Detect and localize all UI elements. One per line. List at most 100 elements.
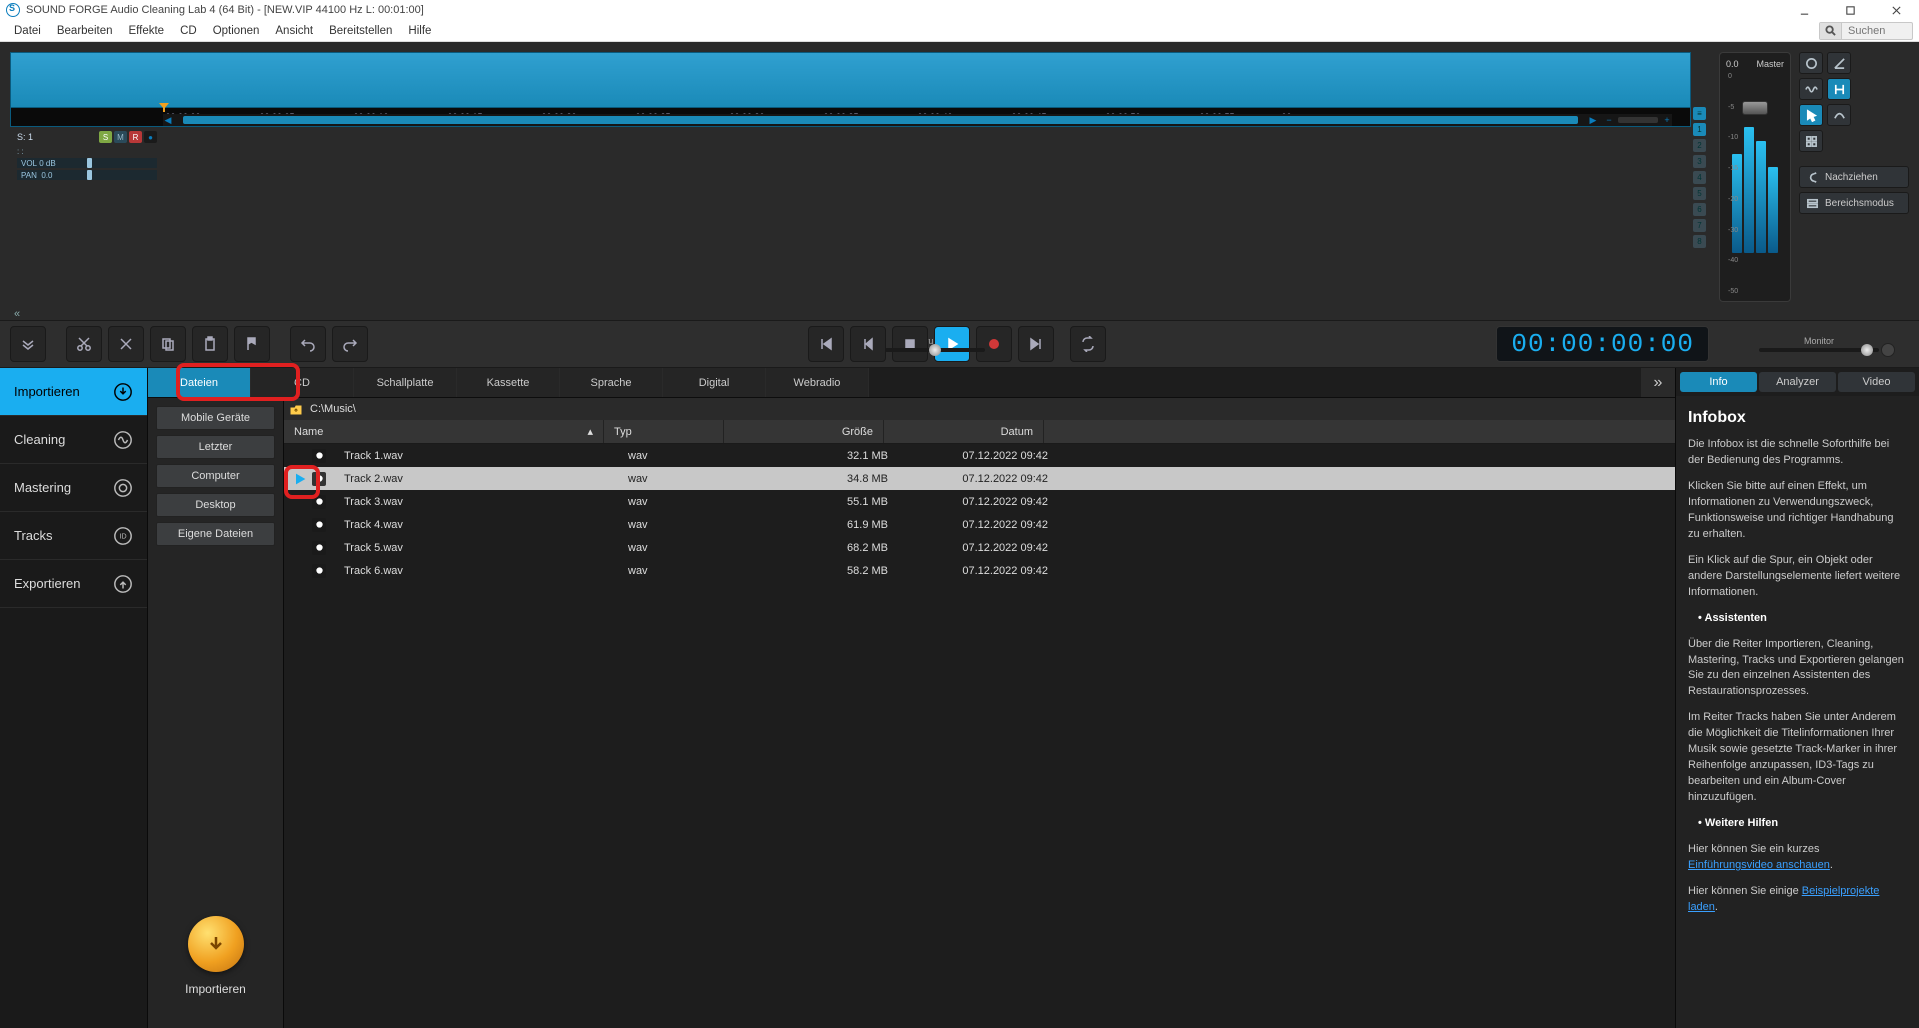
loop-tool-icon[interactable] (1799, 52, 1823, 74)
col-type[interactable]: Typ (604, 420, 724, 443)
zoom-in-icon[interactable]: + (1662, 115, 1672, 125)
menu-hilfe[interactable]: Hilfe (400, 25, 439, 37)
track-zoom-btn[interactable]: 2 (1693, 139, 1706, 152)
scroll-left-icon[interactable]: ◀ (163, 115, 173, 125)
close-button[interactable] (1873, 0, 1919, 20)
cursor-tool-icon[interactable] (1799, 104, 1823, 126)
minimize-button[interactable] (1781, 0, 1827, 20)
menu-cd[interactable]: CD (172, 25, 205, 37)
zoom-slider[interactable] (1618, 117, 1658, 123)
play-preview-icon[interactable] (292, 471, 308, 487)
tab-digital[interactable]: Digital (663, 368, 766, 397)
menu-bearbeiten[interactable]: Bearbeiten (49, 25, 121, 37)
timeline-scrollbar[interactable]: ◀ ▶ − + (163, 114, 1672, 126)
arranger[interactable]: ,00:00:00 ,00:00:05 ,00:00:10 ,00:00:15 … (10, 52, 1691, 127)
play-button[interactable] (934, 326, 970, 362)
src-letzter[interactable]: Letzter (156, 435, 275, 459)
pan-slider[interactable]: PAN 0.0 (17, 170, 157, 180)
master-fader[interactable] (1742, 101, 1768, 115)
monitor-thumb[interactable] (1861, 344, 1873, 356)
file-row[interactable]: Track 2.wavwav34.8 MB07.12.2022 09:42 (284, 467, 1675, 490)
track-zoom-btn[interactable]: 3 (1693, 155, 1706, 168)
grid-tool-icon[interactable] (1799, 130, 1823, 152)
track-zoom-btn[interactable]: 1 (1693, 123, 1706, 136)
overview-ruler[interactable] (11, 53, 1690, 108)
col-name[interactable]: Name▴ (284, 420, 604, 443)
solo-button[interactable]: S (99, 131, 112, 143)
record-arm-button[interactable]: R (129, 131, 142, 143)
prev-button[interactable] (850, 326, 886, 362)
select-tool-icon[interactable] (1827, 78, 1851, 100)
nav-mastering[interactable]: Mastering (0, 464, 147, 512)
file-row[interactable]: Track 1.wavwav32.1 MB07.12.2022 09:42 (284, 444, 1675, 467)
redo-button[interactable] (332, 326, 368, 362)
menu-ansicht[interactable]: Ansicht (267, 25, 321, 37)
mute-button[interactable]: M (114, 131, 127, 143)
intro-video-link[interactable]: Einführungsvideo anschauen (1688, 859, 1830, 871)
file-row[interactable]: Track 3.wavwav55.1 MB07.12.2022 09:42 (284, 490, 1675, 513)
tab-kassette[interactable]: Kassette (457, 368, 560, 397)
maximize-button[interactable] (1827, 0, 1873, 20)
menu-bereitstellen[interactable]: Bereitstellen (321, 25, 400, 37)
paste-button[interactable] (192, 326, 228, 362)
bereichsmodus-button[interactable]: Bereichsmodus (1799, 192, 1909, 214)
undo-button[interactable] (290, 326, 326, 362)
src-mobile[interactable]: Mobile Geräte (156, 406, 275, 430)
menu-effekte[interactable]: Effekte (120, 25, 172, 37)
nachziehen-button[interactable]: Nachziehen (1799, 166, 1909, 188)
cut-button[interactable] (66, 326, 102, 362)
tabs-more-icon[interactable]: » (1641, 368, 1675, 397)
fade-tool-icon[interactable] (1827, 52, 1851, 74)
track-zoom-btn[interactable]: 5 (1693, 187, 1706, 200)
infotab-info[interactable]: Info (1680, 372, 1757, 392)
path-bar[interactable]: C:\Music\ (284, 398, 1675, 420)
col-size[interactable]: Größe (724, 420, 884, 443)
menu-datei[interactable]: Datei (6, 25, 49, 37)
nav-importieren[interactable]: Importieren (0, 368, 147, 416)
nav-exportieren[interactable]: Exportieren (0, 560, 147, 608)
file-row[interactable]: Track 6.wavwav58.2 MB07.12.2022 09:42 (284, 559, 1675, 582)
folder-up-icon[interactable] (290, 403, 302, 415)
file-row[interactable]: Track 5.wavwav68.2 MB07.12.2022 09:42 (284, 536, 1675, 559)
go-end-button[interactable] (1018, 326, 1054, 362)
volume-slider[interactable]: VOL 0 dB (17, 158, 157, 168)
scroll-right-icon[interactable]: ▶ (1588, 115, 1598, 125)
src-computer[interactable]: Computer (156, 464, 275, 488)
import-disc-icon[interactable] (188, 916, 244, 972)
search-icon[interactable] (1820, 23, 1842, 39)
copy-button[interactable] (150, 326, 186, 362)
stop-button[interactable] (892, 326, 928, 362)
nav-cleaning[interactable]: Cleaning (0, 416, 147, 464)
expand-down-icon[interactable] (10, 326, 46, 362)
track-zoom-btn[interactable]: 4 (1693, 171, 1706, 184)
search-input[interactable] (1842, 25, 1912, 37)
infotab-analyzer[interactable]: Analyzer (1759, 372, 1836, 392)
tab-schallplatte[interactable]: Schallplatte (354, 368, 457, 397)
delete-button[interactable] (108, 326, 144, 362)
import-cta[interactable]: Importieren (156, 916, 275, 1020)
loop-button[interactable] (1070, 326, 1106, 362)
tab-sprache[interactable]: Sprache (560, 368, 663, 397)
zoom-out-icon[interactable]: − (1604, 115, 1614, 125)
monitor-control[interactable]: Monitor (1759, 336, 1879, 352)
track-zoom-btn[interactable]: 7 (1693, 219, 1706, 232)
timecode-display[interactable]: 00:00:00:00 (1496, 326, 1709, 362)
tab-dateien[interactable]: Dateien (148, 368, 251, 397)
monitor-mute-icon[interactable] (1881, 343, 1895, 357)
menu-optionen[interactable]: Optionen (205, 25, 268, 37)
tab-webradio[interactable]: Webradio (766, 368, 869, 397)
file-row[interactable]: Track 4.wavwav61.9 MB07.12.2022 09:42 (284, 513, 1675, 536)
tab-cd[interactable]: CD (251, 368, 354, 397)
playhead[interactable] (163, 108, 165, 112)
record-button[interactable] (976, 326, 1012, 362)
go-start-button[interactable] (808, 326, 844, 362)
curve-tool-icon[interactable] (1827, 104, 1851, 126)
src-desktop[interactable]: Desktop (156, 493, 275, 517)
collapse-timeline-icon[interactable]: « (14, 308, 20, 320)
nav-tracks[interactable]: Tracks ID (0, 512, 147, 560)
col-date[interactable]: Datum (884, 420, 1044, 443)
search-box[interactable] (1819, 22, 1913, 40)
track-zoom-btn[interactable]: 6 (1693, 203, 1706, 216)
wave-tool-icon[interactable] (1799, 78, 1823, 100)
infotab-video[interactable]: Video (1838, 372, 1915, 392)
